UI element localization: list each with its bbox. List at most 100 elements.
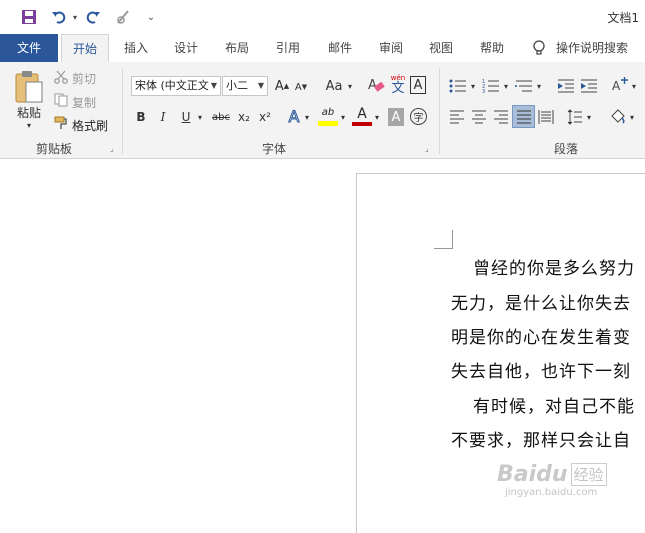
bullets-dropdown-icon[interactable]: ▾ xyxy=(469,80,477,92)
character-shading-button[interactable]: A xyxy=(388,108,404,126)
font-group-label: 字体 xyxy=(262,142,287,156)
font-color-dropdown-icon[interactable]: ▾ xyxy=(373,111,381,123)
font-size-combo[interactable]: 小二 ▼ xyxy=(222,76,268,96)
copy-icon[interactable] xyxy=(54,93,68,110)
paste-button[interactable]: 粘贴 xyxy=(12,104,46,120)
tab-insert[interactable]: 插入 xyxy=(114,34,158,62)
justify-icon xyxy=(517,110,531,124)
tell-me-search[interactable]: 操作说明搜索 xyxy=(556,34,638,62)
font-color-swatch xyxy=(352,122,372,126)
undo-dropdown-icon[interactable]: ▾ xyxy=(66,8,84,26)
numbering-icon[interactable]: 123 xyxy=(482,78,500,97)
clear-formatting-icon[interactable]: A xyxy=(367,76,385,97)
paste-icon[interactable] xyxy=(14,70,44,107)
separator xyxy=(439,68,440,154)
text-line-3[interactable]: 明是你的心在发生着变 xyxy=(451,323,631,348)
format-painter-button[interactable]: 格式刷 xyxy=(72,117,108,134)
underline-button[interactable]: U xyxy=(178,108,194,126)
shrink-font-button[interactable]: A ▼ xyxy=(293,78,309,96)
tab-layout[interactable]: 布局 xyxy=(215,34,259,62)
character-border-button[interactable]: A xyxy=(410,76,426,94)
align-right-icon[interactable] xyxy=(493,110,509,127)
tab-design[interactable]: 设计 xyxy=(164,34,208,62)
bold-button[interactable]: B xyxy=(133,108,149,126)
tab-view[interactable]: 视图 xyxy=(419,34,463,62)
highlight-color-swatch xyxy=(318,121,338,126)
format-painter-icon[interactable] xyxy=(54,116,68,133)
baidu-watermark: Baidu 经验 jingyan.baidu.com xyxy=(497,462,607,498)
subscript-button[interactable]: x₂ xyxy=(236,108,252,126)
bullets-icon[interactable] xyxy=(449,78,467,97)
grow-font-button[interactable]: A ▲ xyxy=(273,76,291,96)
clipboard-launcher-icon[interactable]: ⌟ xyxy=(110,144,114,153)
text-line-4[interactable]: 失去自他，也许下一刻 xyxy=(451,357,631,382)
align-left-icon[interactable] xyxy=(449,110,465,127)
cut-icon[interactable] xyxy=(54,70,68,87)
distributed-icon[interactable] xyxy=(538,109,554,128)
shrink-font-icon: A xyxy=(294,81,302,93)
change-case-dropdown-icon[interactable]: ▾ xyxy=(346,80,354,92)
tab-review[interactable]: 审阅 xyxy=(369,34,413,62)
watermark-cn: 经验 xyxy=(570,463,607,486)
copy-button[interactable]: 复制 xyxy=(72,94,96,111)
text-line-5[interactable]: 有时候，对自己不能 xyxy=(473,392,635,417)
numbering-dropdown-icon[interactable]: ▾ xyxy=(502,80,510,92)
line-spacing-icon[interactable] xyxy=(567,109,583,128)
font-size-value: 小二 xyxy=(226,79,248,92)
tab-mailings[interactable]: 邮件 xyxy=(318,34,362,62)
shading-icon[interactable] xyxy=(609,108,627,129)
text-line-2[interactable]: 无力，是什么让你失去 xyxy=(451,289,631,314)
multilevel-list-icon[interactable] xyxy=(515,78,533,97)
chinese-layout-icon[interactable]: A xyxy=(611,77,629,98)
phonetic-guide-button[interactable]: wén 文 xyxy=(389,74,407,96)
highlight-button[interactable]: ab xyxy=(318,106,338,128)
tab-file[interactable]: 文件 xyxy=(0,34,58,62)
font-color-button[interactable]: A xyxy=(352,106,372,128)
strikethrough-button[interactable]: abc xyxy=(210,108,232,126)
ribbon-tabs: 文件 开始 插入 设计 布局 引用 邮件 审阅 视图 帮助 操作说明搜索 xyxy=(0,34,645,63)
separator xyxy=(122,68,123,154)
font-name-dropdown-icon[interactable]: ▼ xyxy=(211,77,217,95)
text-effects-button[interactable]: A xyxy=(285,106,303,126)
italic-button[interactable]: I xyxy=(155,108,171,126)
font-size-dropdown-icon[interactable]: ▼ xyxy=(258,77,264,95)
chinese-layout-dropdown-icon[interactable]: ▾ xyxy=(630,80,638,92)
align-center-icon[interactable] xyxy=(471,110,487,127)
paragraph-group-label: 段落 xyxy=(554,142,579,156)
text-effects-dropdown-icon[interactable]: ▾ xyxy=(303,111,311,123)
change-case-button[interactable]: Aa xyxy=(322,76,346,96)
redo-icon[interactable] xyxy=(84,8,102,26)
paste-dropdown-icon[interactable]: ▾ xyxy=(20,120,38,130)
text-line-1[interactable]: 曾经的你是多么努力 xyxy=(473,254,635,279)
increase-indent-icon[interactable] xyxy=(580,78,598,97)
watermark-brand: Baidu xyxy=(497,462,568,487)
touch-mode-icon[interactable] xyxy=(114,8,132,26)
decrease-indent-icon[interactable] xyxy=(557,78,575,97)
superscript-button[interactable]: x² xyxy=(257,108,273,126)
cut-button[interactable]: 剪切 xyxy=(72,70,96,87)
grow-font-icon: A xyxy=(274,78,284,94)
text-line-6[interactable]: 不要求，那样只会让自 xyxy=(451,426,631,451)
underline-dropdown-icon[interactable]: ▾ xyxy=(196,111,204,123)
document-title: 文档1 xyxy=(607,11,639,25)
tab-references[interactable]: 引用 xyxy=(266,34,310,62)
highlight-dropdown-icon[interactable]: ▾ xyxy=(339,111,347,123)
clipboard-group-label: 剪贴板 xyxy=(36,142,73,156)
shading-dropdown-icon[interactable]: ▾ xyxy=(628,111,636,123)
quick-access-toolbar: ▾ ⌄ 文档1 xyxy=(0,0,645,34)
margin-corner-marker xyxy=(434,230,453,249)
tab-home[interactable]: 开始 xyxy=(61,34,109,62)
lightbulb-icon xyxy=(532,40,546,59)
font-launcher-icon[interactable]: ⌟ xyxy=(425,144,429,153)
multilevel-dropdown-icon[interactable]: ▾ xyxy=(535,80,543,92)
svg-text:A: A xyxy=(368,78,377,93)
enclose-characters-button[interactable]: 字 xyxy=(410,108,427,125)
tab-help[interactable]: 帮助 xyxy=(470,34,514,62)
save-icon[interactable] xyxy=(20,8,38,26)
font-name-combo[interactable]: 宋体 (中文正文 ▼ xyxy=(131,76,221,96)
line-spacing-dropdown-icon[interactable]: ▾ xyxy=(585,111,593,123)
justify-button[interactable] xyxy=(512,105,535,128)
customize-qat-icon[interactable]: ⌄ xyxy=(142,8,160,26)
watermark-url: jingyan.baidu.com xyxy=(505,487,598,498)
font-color-letter-icon: A xyxy=(357,106,367,122)
